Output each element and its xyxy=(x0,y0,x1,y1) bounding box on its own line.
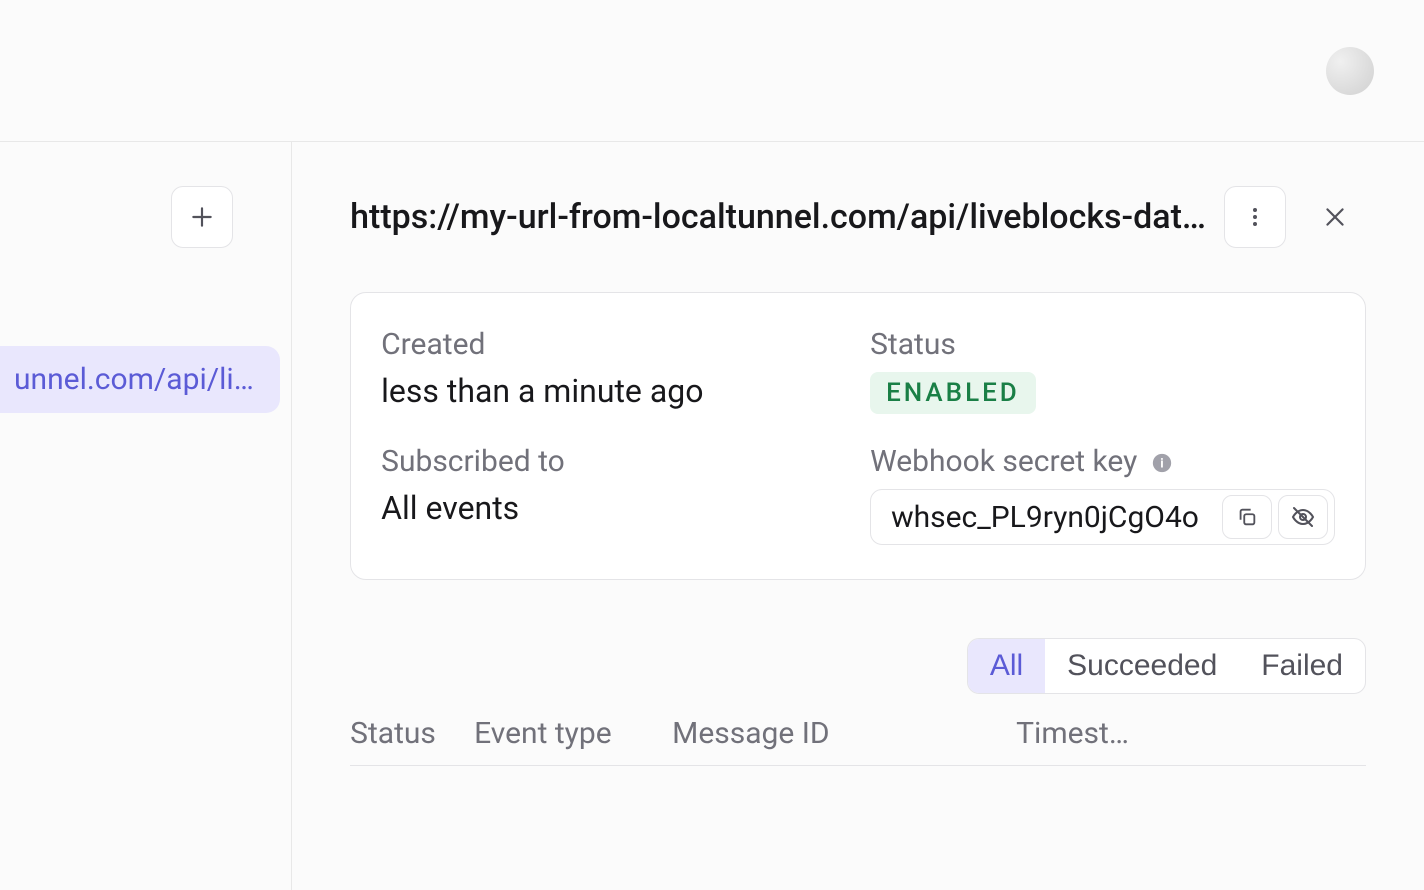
sidebar: unnel.com/api/li… xyxy=(0,142,292,890)
info-card: Created less than a minute ago Status EN… xyxy=(350,292,1366,580)
info-secret: Webhook secret key i whsec_PL9ryn0jCgO4o xyxy=(870,444,1335,545)
copy-icon xyxy=(1236,506,1258,528)
info-created: Created less than a minute ago xyxy=(381,327,846,414)
eye-off-icon xyxy=(1291,505,1315,529)
close-button[interactable] xyxy=(1304,186,1366,248)
events-table-header: Status Event type Message ID Timest… xyxy=(350,716,1366,766)
sidebar-items: unnel.com/api/li… xyxy=(0,346,291,413)
th-status: Status xyxy=(350,716,474,751)
status-label: Status xyxy=(870,327,1335,362)
topbar xyxy=(0,0,1424,142)
toggle-secret-visibility-button[interactable] xyxy=(1278,495,1328,539)
secret-key-value: whsec_PL9ryn0jCgO4o xyxy=(891,500,1216,535)
close-icon xyxy=(1322,204,1348,230)
filter-tab-succeeded[interactable]: Succeeded xyxy=(1045,639,1239,693)
secret-key-row: whsec_PL9ryn0jCgO4o xyxy=(870,489,1335,545)
th-event-type: Event type xyxy=(474,716,672,751)
status-badge: ENABLED xyxy=(870,372,1036,414)
filter-tab-all[interactable]: All xyxy=(968,639,1045,693)
add-webhook-button[interactable] xyxy=(171,186,233,248)
info-subscribed: Subscribed to All events xyxy=(381,444,846,545)
sidebar-item-webhook[interactable]: unnel.com/api/li… xyxy=(0,346,280,413)
sidebar-item-label: unnel.com/api/li… xyxy=(14,362,254,397)
secret-label: Webhook secret key i xyxy=(870,444,1335,479)
created-label: Created xyxy=(381,327,846,362)
svg-text:i: i xyxy=(1160,457,1163,472)
filter-row: All Succeeded Failed xyxy=(350,638,1366,694)
more-vertical-icon xyxy=(1243,205,1267,229)
content: unnel.com/api/li… https://my-url-from-lo… xyxy=(0,142,1424,890)
more-options-button[interactable] xyxy=(1224,186,1286,248)
created-value: less than a minute ago xyxy=(381,372,846,410)
main-header: https://my-url-from-localtunnel.com/api/… xyxy=(350,186,1366,248)
th-message-id: Message ID xyxy=(672,716,1016,751)
subscribed-value: All events xyxy=(381,489,846,527)
subscribed-label: Subscribed to xyxy=(381,444,846,479)
info-status: Status ENABLED xyxy=(870,327,1335,414)
filter-group: All Succeeded Failed xyxy=(967,638,1366,694)
plus-icon xyxy=(189,204,215,230)
endpoint-url: https://my-url-from-localtunnel.com/api/… xyxy=(350,197,1206,237)
info-icon[interactable]: i xyxy=(1151,452,1173,474)
filter-tab-failed[interactable]: Failed xyxy=(1239,639,1365,693)
main-panel: https://my-url-from-localtunnel.com/api/… xyxy=(292,142,1424,890)
th-timestamp: Timest… xyxy=(1016,716,1366,751)
avatar[interactable] xyxy=(1326,47,1374,95)
copy-secret-button[interactable] xyxy=(1222,495,1272,539)
